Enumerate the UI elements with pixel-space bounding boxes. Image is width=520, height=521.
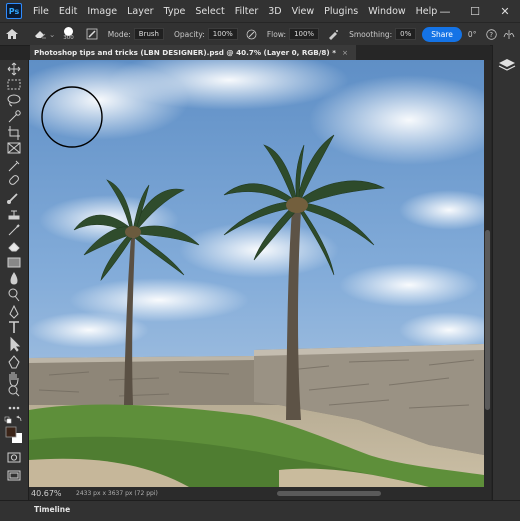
screen-mode-icon[interactable]	[7, 470, 21, 481]
lasso-tool-icon[interactable]	[7, 94, 21, 107]
mode-label: Mode:	[107, 29, 131, 39]
brush-settings-icon[interactable]	[86, 28, 98, 40]
history-brush-tool-icon[interactable]	[8, 224, 20, 236]
options-bar: ⌄ 300 Mode: Brush Opacity: 100% Flow: 10…	[0, 22, 520, 46]
canvas-photo	[29, 60, 484, 487]
default-colors-icon[interactable]	[4, 416, 12, 424]
clone-stamp-tool-icon[interactable]	[8, 210, 20, 220]
right-panel-dock	[492, 45, 520, 500]
document-tab[interactable]: Photoshop tips and tricks (LBN DESIGNER)…	[30, 45, 356, 60]
vertical-scroll-thumb[interactable]	[485, 230, 490, 410]
help-icon[interactable]: ?	[486, 28, 498, 40]
brush-size-value: 300	[63, 34, 74, 41]
home-icon[interactable]	[5, 28, 19, 40]
brush-preset-picker[interactable]: 300	[63, 26, 74, 42]
hand-tool-icon[interactable]	[9, 372, 19, 387]
swap-colors-icon[interactable]	[16, 415, 22, 422]
blur-tool-icon[interactable]	[10, 272, 18, 285]
menu-view[interactable]: View	[287, 6, 320, 17]
quick-selection-tool-icon[interactable]	[8, 110, 21, 123]
chevron-down-icon[interactable]: ⌄	[49, 30, 55, 39]
pen-tool-icon[interactable]	[9, 304, 19, 319]
eraser-tool-icon[interactable]	[8, 242, 20, 252]
window-controls: — ☐ ✕	[430, 0, 520, 22]
zoom-level-field[interactable]: 40.67%	[31, 489, 71, 498]
angle-value[interactable]: 0°	[468, 30, 477, 39]
quick-mask-icon[interactable]	[7, 452, 21, 463]
frame-tool-icon[interactable]	[7, 142, 21, 154]
svg-text:?: ?	[490, 31, 494, 39]
symmetry-icon[interactable]	[503, 29, 515, 40]
menu-image[interactable]: Image	[82, 6, 122, 17]
more-tools-icon[interactable]	[8, 406, 20, 410]
smoothing-label: Smoothing:	[349, 29, 393, 39]
canvas-area[interactable]	[29, 60, 491, 487]
foreground-color-swatch[interactable]	[5, 426, 17, 438]
crop-tool-icon[interactable]	[8, 126, 20, 140]
document-tab-bar: Photoshop tips and tricks (LBN DESIGNER)…	[30, 45, 490, 60]
airbrush-icon[interactable]	[327, 29, 339, 40]
eyedropper-tool-icon[interactable]	[8, 160, 20, 172]
status-bar: 40.67% 2433 px x 3637 px (72 ppi)	[29, 487, 491, 500]
move-tool-icon[interactable]	[7, 62, 21, 76]
tools-panel	[0, 60, 29, 500]
marquee-tool-icon[interactable]	[7, 79, 21, 90]
timeline-tab[interactable]: Timeline	[34, 505, 70, 514]
dodge-tool-icon[interactable]	[8, 288, 20, 302]
menu-file[interactable]: File	[28, 6, 54, 17]
close-tab-icon[interactable]: ×	[342, 48, 348, 57]
timeline-panel: Timeline	[0, 500, 520, 521]
minimize-button[interactable]: —	[430, 5, 460, 18]
flow-label: Flow:	[266, 29, 287, 39]
menu-3d[interactable]: 3D	[263, 6, 286, 17]
maximize-button[interactable]: ☐	[460, 5, 490, 18]
menu-edit[interactable]: Edit	[54, 6, 82, 17]
menu-type[interactable]: Type	[159, 6, 191, 17]
horizontal-scroll-thumb[interactable]	[277, 491, 381, 496]
menu-bar: Ps File Edit Image Layer Type Select Fil…	[0, 0, 520, 22]
eraser-icon[interactable]	[33, 28, 47, 40]
type-tool-icon[interactable]	[9, 321, 19, 333]
layers-panel-icon[interactable]	[498, 59, 516, 71]
opacity-input[interactable]: 100%	[207, 28, 238, 40]
smoothing-input[interactable]: 0%	[395, 28, 417, 40]
menu-plugins[interactable]: Plugins	[319, 6, 363, 17]
document-tab-title: Photoshop tips and tricks (LBN DESIGNER)…	[34, 48, 336, 57]
brush-tool-icon[interactable]	[7, 193, 18, 204]
menu-window[interactable]: Window	[363, 6, 410, 17]
zoom-tool-icon[interactable]	[8, 385, 20, 397]
flow-input[interactable]: 100%	[289, 28, 320, 40]
share-button[interactable]: Share	[422, 26, 462, 42]
photoshop-logo-icon: Ps	[6, 3, 22, 19]
shape-tool-icon[interactable]	[8, 355, 20, 369]
opacity-label: Opacity:	[173, 29, 205, 39]
path-selection-tool-icon[interactable]	[10, 336, 21, 352]
opacity-pressure-icon[interactable]	[246, 29, 257, 40]
menu-layer[interactable]: Layer	[122, 6, 159, 17]
close-button[interactable]: ✕	[490, 5, 520, 18]
menu-filter[interactable]: Filter	[230, 6, 264, 17]
vertical-scrollbar[interactable]	[484, 60, 491, 487]
menu-select[interactable]: Select	[190, 6, 229, 17]
mode-select[interactable]: Brush	[133, 28, 164, 40]
healing-brush-tool-icon[interactable]	[8, 174, 19, 185]
document-size-info[interactable]: 2433 px x 3637 px (72 ppi)	[76, 490, 158, 497]
gradient-tool-icon[interactable]	[7, 257, 21, 268]
